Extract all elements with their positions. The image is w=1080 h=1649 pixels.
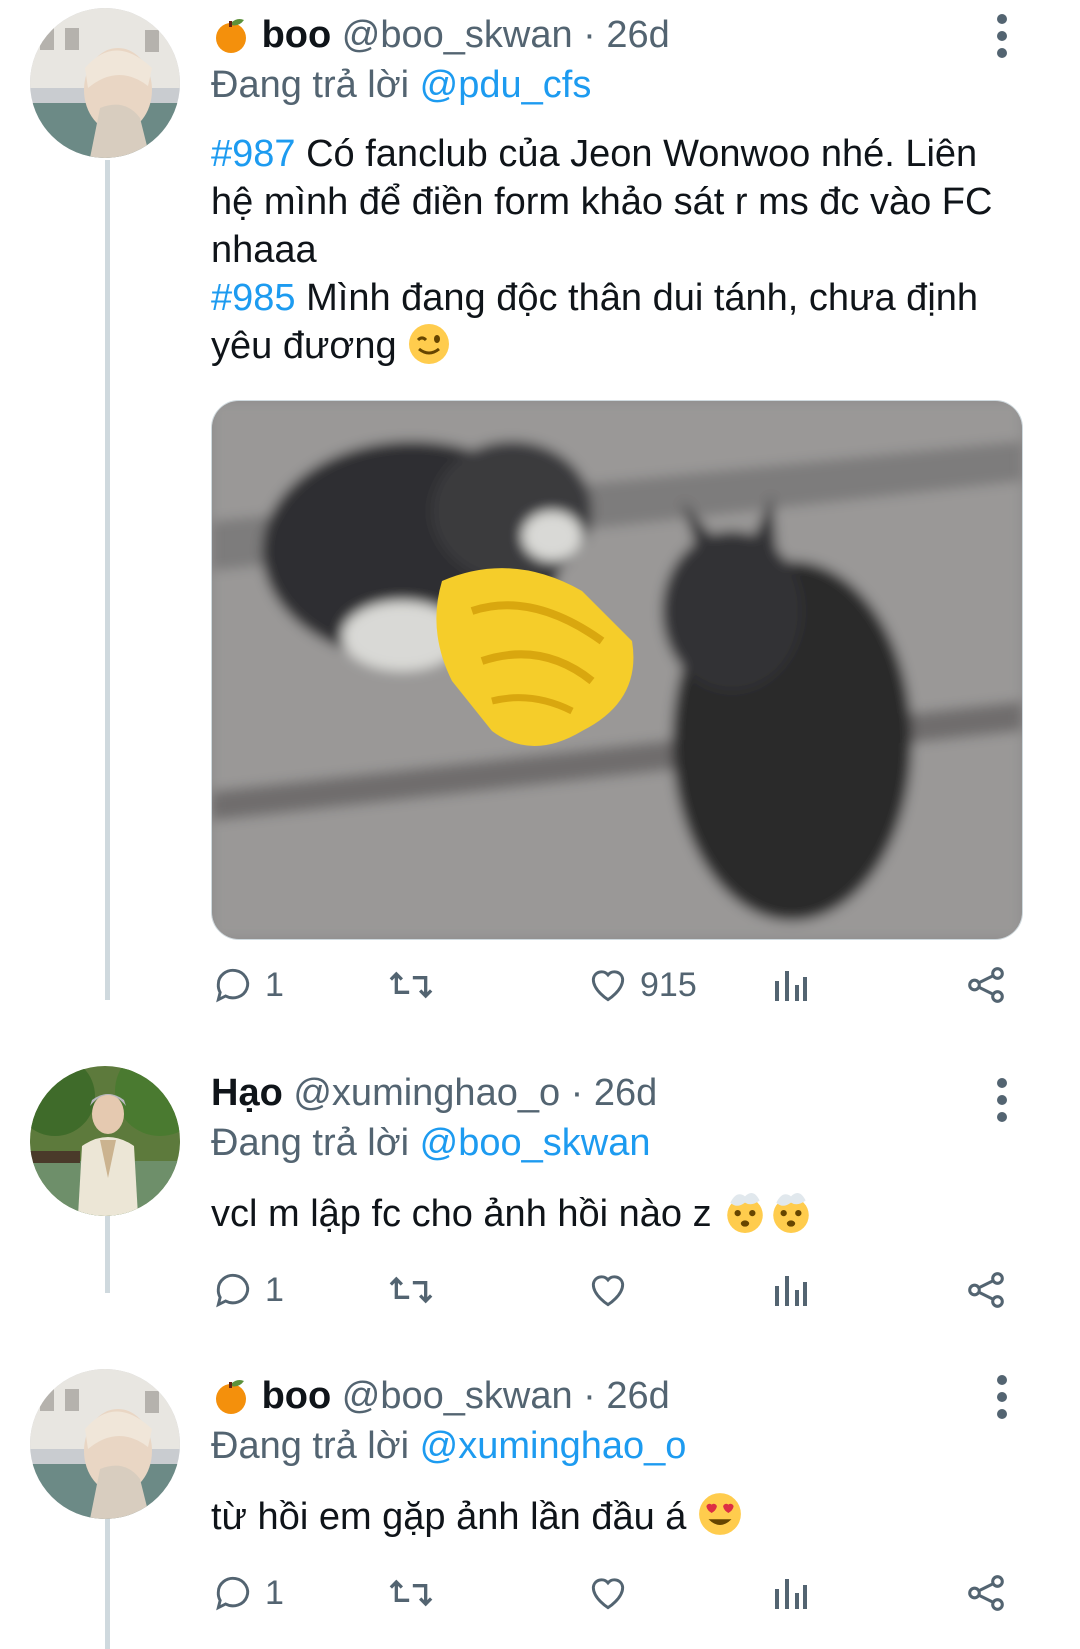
display-name[interactable]: boo — [262, 14, 332, 56]
like-count: 915 — [640, 965, 697, 1004]
share-icon — [968, 967, 1004, 1003]
hashtag-link[interactable]: #987 — [211, 133, 296, 175]
timestamp[interactable]: 26d — [606, 14, 669, 56]
share-button[interactable] — [963, 1563, 1009, 1623]
user-handle[interactable]: @boo_skwan — [342, 14, 573, 56]
reply-button[interactable]: 1 — [211, 955, 284, 1015]
retweet-icon — [389, 971, 433, 999]
reply-count: 1 — [265, 1270, 284, 1309]
separator: · — [570, 1072, 584, 1114]
tweet-actions: 1 — [211, 1563, 1021, 1623]
tweet-text-segment: vcl m lập fc cho ảnh hồi nào z — [211, 1193, 712, 1235]
heart-icon — [591, 970, 625, 1002]
share-icon — [968, 1272, 1004, 1308]
display-name[interactable]: Hạo — [211, 1072, 283, 1114]
timestamp[interactable]: 26d — [594, 1072, 657, 1114]
like-button[interactable]: 915 — [586, 955, 697, 1015]
avatar[interactable] — [30, 8, 180, 158]
analytics-icon — [775, 1579, 807, 1609]
share-icon — [968, 1575, 1004, 1611]
orange-emoji-icon — [211, 14, 262, 56]
analytics-button[interactable] — [771, 1563, 811, 1623]
analytics-button[interactable] — [771, 955, 811, 1015]
retweet-button[interactable] — [387, 955, 445, 1015]
hashtag-link[interactable]: #985 — [211, 277, 296, 319]
share-button[interactable] — [963, 1260, 1009, 1320]
analytics-icon — [775, 1276, 807, 1306]
replying-to-label: Đang trả lời — [211, 64, 420, 106]
winking-face-emoji-icon — [407, 324, 451, 367]
replying-to-label: Đang trả lời — [211, 1425, 420, 1467]
tweet-actions: 1 915 — [211, 955, 1021, 1015]
retweet-button[interactable] — [387, 1563, 435, 1623]
tweet-header: Hạo @xuminghao_o · 26d — [211, 1068, 1020, 1118]
tweet[interactable]: boo @boo_skwan · 26d Đang trả lời @pdu_c… — [0, 0, 1080, 1004]
replying-to: Đang trả lời @xuminghao_o — [211, 1421, 1020, 1471]
retweet-button[interactable] — [387, 1260, 435, 1320]
mention-link[interactable]: @boo_skwan — [420, 1122, 651, 1164]
like-button[interactable] — [586, 1563, 630, 1623]
user-handle[interactable]: @boo_skwan — [342, 1375, 573, 1417]
reply-button[interactable]: 1 — [211, 1260, 284, 1320]
more-options-icon[interactable] — [996, 14, 1008, 58]
reply-icon — [216, 968, 250, 1003]
tweet-actions: 1 — [211, 1260, 1021, 1320]
tweet-text: từ hồi em gặp ảnh lần đầu á — [211, 1491, 1020, 1541]
separator: · — [583, 14, 596, 56]
share-button[interactable] — [963, 955, 1009, 1015]
heart-icon — [591, 1578, 625, 1610]
exploding-head-emoji-icon — [768, 1193, 814, 1235]
avatar[interactable] — [30, 1369, 180, 1519]
tweet-text-segment: từ hồi em gặp ảnh lần đầu á — [211, 1496, 687, 1538]
retweet-icon — [389, 1579, 433, 1607]
display-name[interactable]: boo — [262, 1375, 332, 1417]
retweet-icon — [389, 1276, 433, 1304]
user-handle[interactable]: @xuminghao_o — [293, 1072, 560, 1114]
timestamp[interactable]: 26d — [606, 1375, 669, 1417]
tweet-text: #987 Có fanclub của Jeon Wonwoo nhé. Liê… — [211, 130, 1020, 370]
reply-icon — [216, 1273, 250, 1308]
replying-to-label: Đang trả lời — [211, 1122, 420, 1164]
reply-icon — [216, 1576, 250, 1611]
tweet-text-segment: Có fanclub của Jeon Wonwoo nhé. Liên hệ … — [211, 133, 993, 271]
mention-link[interactable]: @pdu_cfs — [420, 64, 592, 106]
exploding-head-emoji-icon — [722, 1193, 768, 1235]
analytics-button[interactable] — [771, 1260, 811, 1320]
tweet[interactable]: boo @boo_skwan · 26d Đang trả lời @xumin… — [0, 1361, 1080, 1649]
tweet-media-image[interactable] — [211, 400, 1023, 940]
reply-count: 1 — [265, 1573, 284, 1612]
reply-button[interactable]: 1 — [211, 1563, 284, 1623]
tweet[interactable]: Hạo @xuminghao_o · 26d Đang trả lời @boo… — [0, 1058, 1080, 1338]
replying-to: Đang trả lời @pdu_cfs — [211, 60, 1020, 110]
separator: · — [583, 1375, 596, 1417]
more-options-icon[interactable] — [996, 1375, 1008, 1419]
reply-count: 1 — [265, 965, 284, 1004]
heart-eyes-emoji-icon — [697, 1493, 743, 1538]
heart-icon — [591, 1275, 625, 1307]
like-button[interactable] — [586, 1260, 630, 1320]
more-options-icon[interactable] — [996, 1078, 1008, 1122]
orange-emoji-icon — [211, 1375, 262, 1417]
tweet-header: boo @boo_skwan · 26d — [211, 10, 1020, 60]
analytics-icon — [775, 971, 807, 1001]
avatar[interactable] — [30, 1066, 180, 1216]
mention-link[interactable]: @xuminghao_o — [420, 1425, 687, 1467]
tweet-text-segment: Mình đang độc thân dui tánh, chưa định y… — [211, 277, 979, 367]
tweet-header: boo @boo_skwan · 26d — [211, 1371, 1020, 1421]
tweet-text: vcl m lập fc cho ảnh hồi nào z — [211, 1188, 1020, 1238]
replying-to: Đang trả lời @boo_skwan — [211, 1118, 1020, 1168]
